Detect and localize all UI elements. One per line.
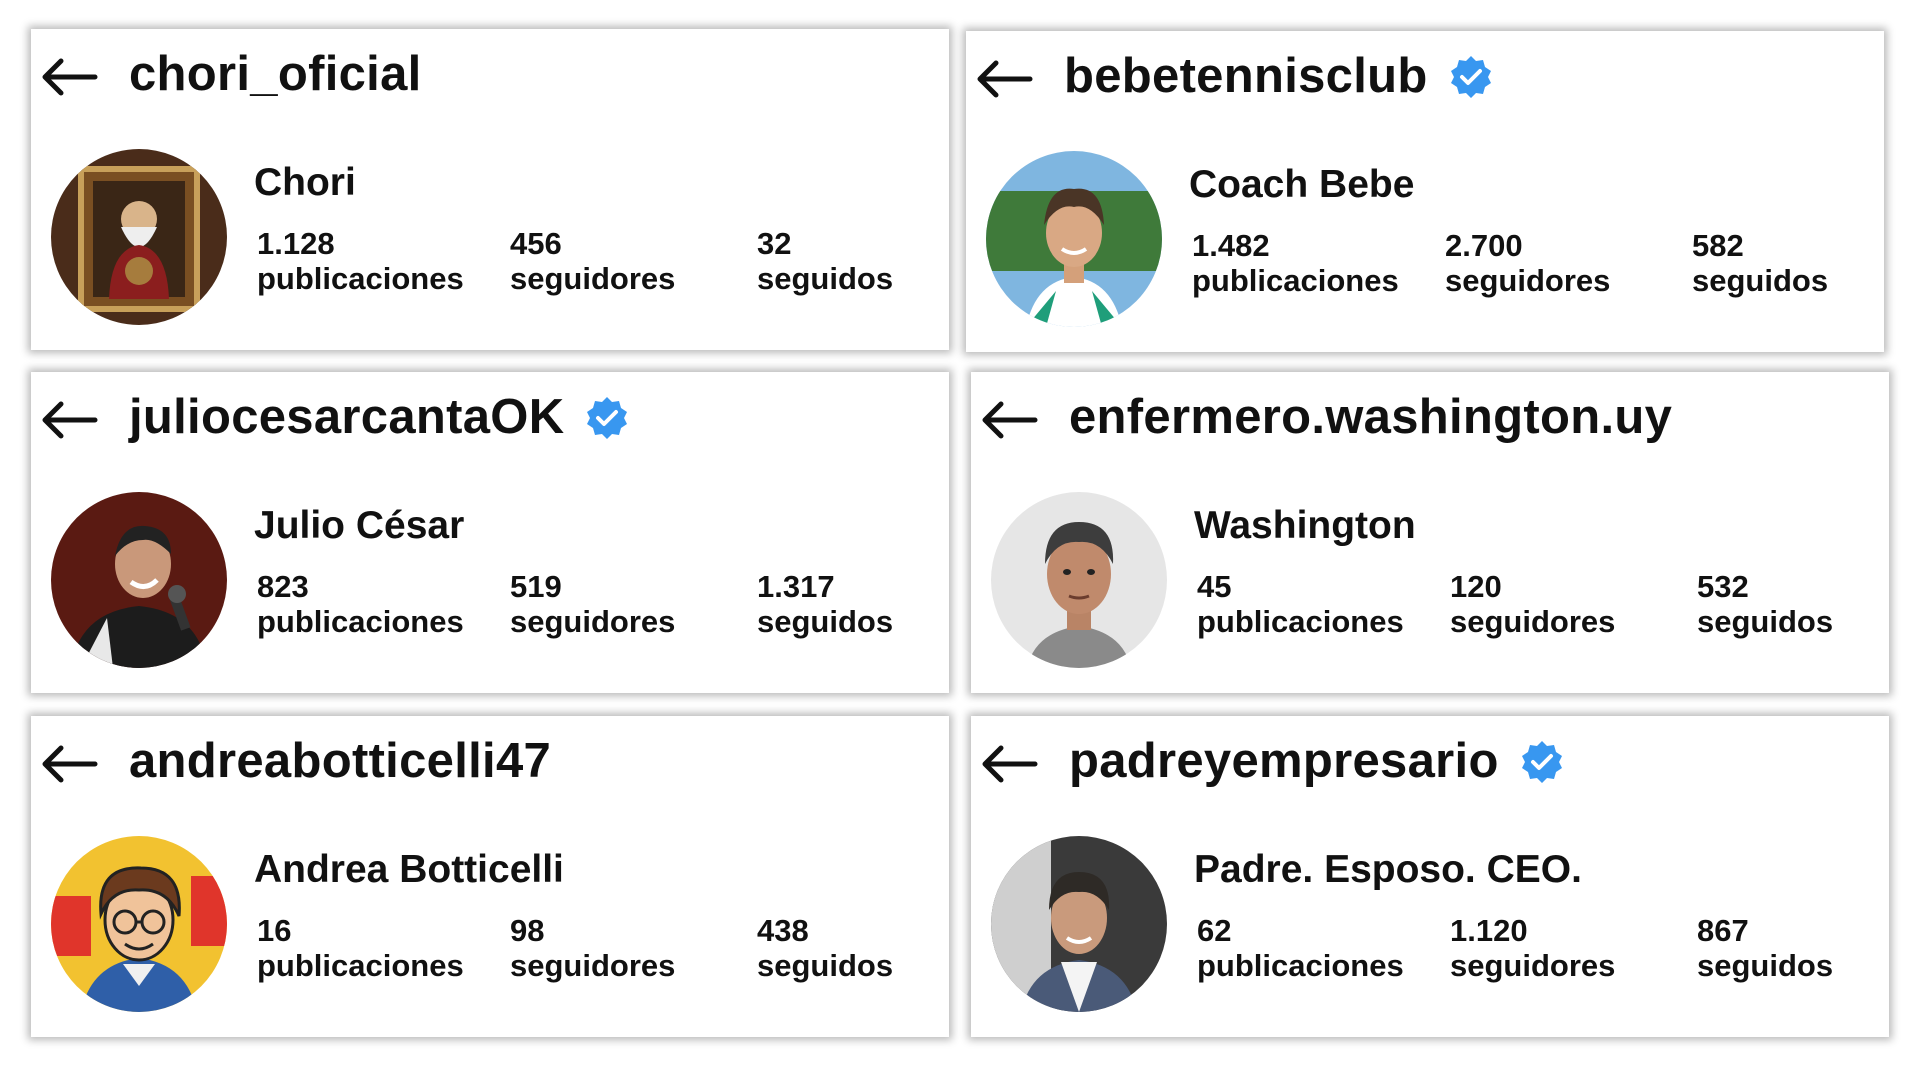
stat-value: 62 — [1197, 913, 1232, 948]
profile-card: chori_oficial Chori 1.128 publicaciones 4… — [31, 29, 949, 350]
display-name: Andrea Botticelli — [254, 848, 564, 891]
stat-value: 582 — [1692, 228, 1744, 263]
stat-value: 1.120 — [1450, 913, 1528, 948]
stat-label: seguidos — [757, 948, 894, 983]
username-text[interactable]: andreabotticelli47 — [129, 731, 551, 792]
profile-card: andreabotticelli47 Andrea Botticelli 16 p… — [31, 716, 949, 1037]
back-arrow-icon[interactable] — [977, 396, 1039, 444]
back-arrow-icon[interactable] — [972, 55, 1034, 103]
stat-posts[interactable]: 1.128 publicaciones — [257, 226, 464, 296]
stat-following[interactable]: 867 seguidos — [1697, 913, 1833, 983]
display-name: Julio César — [254, 504, 465, 547]
stat-posts[interactable]: 45 publicaciones — [1197, 569, 1404, 639]
username-text[interactable]: chori_oficial — [129, 44, 422, 105]
stat-label: publicaciones — [1192, 263, 1399, 298]
back-arrow-icon[interactable] — [37, 396, 99, 444]
stat-label: seguidores — [510, 261, 676, 296]
avatar[interactable] — [51, 492, 227, 668]
stat-label: seguidores — [510, 604, 676, 639]
stat-label: seguidores — [1450, 948, 1616, 983]
back-arrow-icon[interactable] — [37, 740, 99, 788]
stat-value: 2.700 — [1445, 228, 1523, 263]
stat-value: 120 — [1450, 569, 1502, 604]
stat-followers[interactable]: 1.120 seguidores — [1450, 913, 1615, 983]
stat-value: 98 — [510, 913, 545, 948]
stat-value: 438 — [757, 913, 809, 948]
username[interactable]: juliocesarcantaOK — [129, 387, 630, 448]
stat-following[interactable]: 582 seguidos — [1692, 228, 1828, 298]
stat-following[interactable]: 1.317 seguidos — [757, 569, 893, 639]
stat-posts[interactable]: 62 publicaciones — [1197, 913, 1404, 983]
username-text[interactable]: juliocesarcantaOK — [129, 387, 564, 448]
verified-badge-icon — [1450, 55, 1491, 98]
stat-value: 867 — [1697, 913, 1749, 948]
stat-label: seguidores — [510, 948, 676, 983]
stat-label: publicaciones — [1197, 604, 1404, 639]
avatar[interactable] — [991, 492, 1167, 668]
stat-followers[interactable]: 98 seguidores — [510, 913, 675, 983]
stat-label: seguidos — [757, 261, 894, 296]
profile-card: enfermero.washington.uy Washington 45 pub… — [971, 372, 1889, 693]
stat-following[interactable]: 438 seguidos — [757, 913, 893, 983]
stat-posts[interactable]: 16 publicaciones — [257, 913, 464, 983]
username-text[interactable]: bebetennisclub — [1064, 46, 1428, 107]
stat-label: seguidos — [757, 604, 894, 639]
stat-label: seguidores — [1450, 604, 1616, 639]
username[interactable]: andreabotticelli47 — [129, 731, 551, 792]
profile-card: padreyempresario Padre. Esposo. CEO. 62 p… — [971, 716, 1889, 1037]
avatar[interactable] — [51, 149, 227, 325]
username[interactable]: chori_oficial — [129, 44, 422, 105]
username-text[interactable]: padreyempresario — [1069, 731, 1499, 792]
stat-value: 519 — [510, 569, 562, 604]
profile-card: juliocesarcantaOK Julio César 823 publica… — [31, 372, 949, 693]
stat-value: 823 — [257, 569, 309, 604]
display-name: Washington — [1194, 504, 1416, 547]
stat-value: 1.482 — [1192, 228, 1270, 263]
stat-following[interactable]: 532 seguidos — [1697, 569, 1833, 639]
stat-label: publicaciones — [257, 604, 464, 639]
stat-label: publicaciones — [1197, 948, 1404, 983]
verified-badge-icon — [1521, 740, 1562, 783]
stat-label: seguidos — [1697, 948, 1834, 983]
stat-value: 16 — [257, 913, 292, 948]
stat-value: 1.317 — [757, 569, 835, 604]
stat-value: 45 — [1197, 569, 1232, 604]
display-name: Padre. Esposo. CEO. — [1194, 848, 1582, 891]
stat-followers[interactable]: 519 seguidores — [510, 569, 675, 639]
stat-posts[interactable]: 1.482 publicaciones — [1192, 228, 1399, 298]
stat-value: 532 — [1697, 569, 1749, 604]
stat-value: 456 — [510, 226, 562, 261]
profile-grid: chori_oficial Chori 1.128 publicaciones 4… — [0, 0, 1920, 1066]
stat-value: 1.128 — [257, 226, 335, 261]
avatar[interactable] — [51, 836, 227, 1012]
username[interactable]: enfermero.washington.uy — [1069, 387, 1672, 448]
display-name: Chori — [254, 161, 356, 204]
username[interactable]: padreyempresario — [1069, 731, 1565, 792]
stat-label: seguidos — [1697, 604, 1834, 639]
stat-followers[interactable]: 2.700 seguidores — [1445, 228, 1610, 298]
stat-label: publicaciones — [257, 948, 464, 983]
username[interactable]: bebetennisclub — [1064, 46, 1494, 107]
stat-label: seguidos — [1692, 263, 1829, 298]
stat-label: publicaciones — [257, 261, 464, 296]
stat-label: seguidores — [1445, 263, 1611, 298]
avatar[interactable] — [986, 151, 1162, 327]
stat-value: 32 — [757, 226, 792, 261]
stat-following[interactable]: 32 seguidos — [757, 226, 893, 296]
stat-followers[interactable]: 456 seguidores — [510, 226, 675, 296]
verified-badge-icon — [587, 396, 628, 439]
back-arrow-icon[interactable] — [977, 740, 1039, 788]
stat-posts[interactable]: 823 publicaciones — [257, 569, 464, 639]
profile-card: bebetennisclub Coach Bebe 1.482 publicaci… — [966, 31, 1884, 352]
back-arrow-icon[interactable] — [37, 53, 99, 101]
username-text[interactable]: enfermero.washington.uy — [1069, 387, 1672, 448]
avatar[interactable] — [991, 836, 1167, 1012]
stat-followers[interactable]: 120 seguidores — [1450, 569, 1615, 639]
display-name: Coach Bebe — [1189, 163, 1415, 206]
